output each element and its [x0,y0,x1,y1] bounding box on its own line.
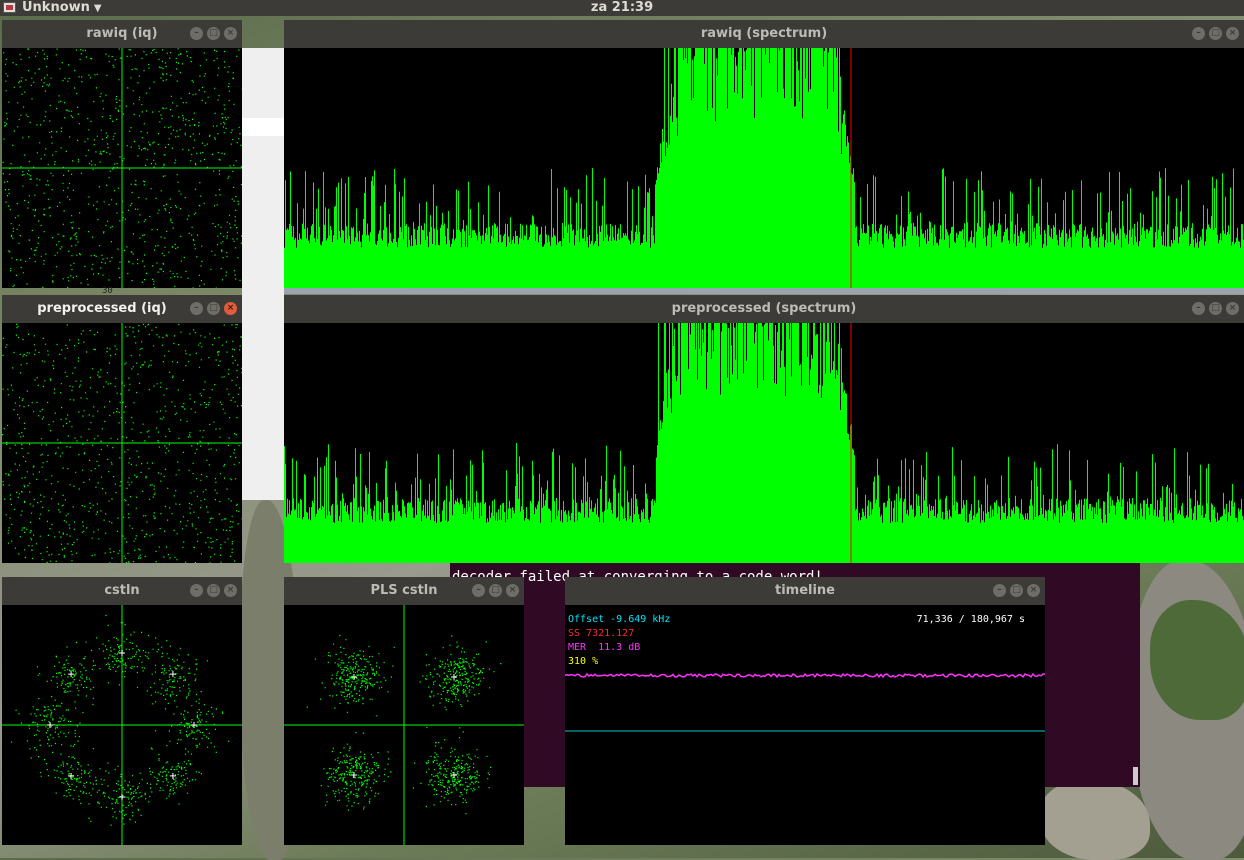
rawiq-spectrum-window[interactable]: rawiq (spectrum) – □ × [284,20,1244,288]
pls-cstln-plot [284,605,524,845]
window-title: preprocessed (iq) [37,301,167,316]
close-icon[interactable]: × [224,584,237,597]
cstln-window[interactable]: cstln – □ × [2,577,242,845]
window-title: timeline [774,583,836,598]
constellation-marker [68,671,75,678]
minimize-icon[interactable]: – [190,302,203,315]
rawiq-iq-window[interactable]: rawiq (iq) – □ × [2,20,242,288]
constellation-marker [451,674,457,680]
window-titlebar[interactable]: PLS cstln – □ × [284,577,524,605]
preprocessed-spectrum-plot [284,323,1244,563]
constellation-marker [119,794,125,800]
desktop-rock [1040,780,1150,860]
preprocessed-spectrum-window[interactable]: preprocessed (spectrum) – □ × [284,295,1244,563]
rawiq-iq-plot [2,48,242,288]
window-titlebar[interactable]: cstln – □ × [2,577,242,605]
constellation-marker [47,722,53,728]
maximize-icon[interactable]: □ [207,302,220,315]
rawiq-spectrum-plot [284,48,1244,288]
spectrum-trace [284,323,1244,563]
window-title: rawiq (spectrum) [700,26,828,41]
close-icon[interactable]: × [224,302,237,315]
maximize-icon[interactable]: □ [1209,302,1222,315]
close-icon[interactable]: × [224,27,237,40]
constellation-marker [169,772,176,779]
close-icon[interactable]: × [1226,302,1239,315]
cstln-plot [2,605,242,845]
mer-readout: MER 11.3 dB [568,642,641,653]
constellation-marker [169,671,176,678]
close-icon[interactable]: × [1226,27,1239,40]
clock[interactable]: za 21:39 [0,0,1244,16]
window-titlebar[interactable]: preprocessed (iq) – □ × [2,295,242,323]
close-icon[interactable]: × [1027,584,1040,597]
window-titlebar[interactable]: rawiq (spectrum) – □ × [284,20,1244,48]
minimize-icon[interactable]: – [1192,27,1205,40]
minimize-icon[interactable]: – [1192,302,1205,315]
top-panel: Unknown ▼ za 21:39 [0,0,1244,16]
minimize-icon[interactable]: – [190,584,203,597]
maximize-icon[interactable]: □ [207,584,220,597]
constellation-marker [191,722,197,728]
time-readout: 71,336 / 180,967 s [916,614,1025,625]
maximize-icon[interactable]: □ [207,27,220,40]
window-title: preprocessed (spectrum) [671,301,857,316]
mer-trace [565,672,1045,679]
window-titlebar[interactable]: preprocessed (spectrum) – □ × [284,295,1244,323]
maximize-icon[interactable]: □ [1209,27,1222,40]
window-title: cstln [104,583,140,598]
maximize-icon[interactable]: □ [1010,584,1023,597]
terminal-scrollbar[interactable] [1133,767,1138,785]
minimize-icon[interactable]: – [993,584,1006,597]
spectrum-trace [284,48,1244,288]
ss-readout: SS 7321.127 [568,628,635,639]
minimize-icon[interactable]: – [472,584,485,597]
offset-readout: Offset -9.649 kHz [568,614,671,625]
close-icon[interactable]: × [506,584,519,597]
constellation-samples [10,614,230,826]
maximize-icon[interactable]: □ [489,584,502,597]
pct-readout: 310 % [568,656,599,667]
preprocessed-iq-window[interactable]: preprocessed (iq) – □ × [2,295,242,563]
desktop-rock [1150,600,1244,720]
window-titlebar[interactable]: timeline – □ × [565,577,1045,605]
timeline-plot: Offset -9.649 kHz SS 7321.127 MER 11.3 d… [565,605,1045,845]
constellation-marker [451,772,457,778]
background-window [242,48,284,500]
window-title: rawiq (iq) [86,26,158,41]
window-title: PLS cstln [370,583,438,598]
background-window-strip [242,118,284,136]
timeline-window[interactable]: timeline – □ × Offset -9.649 kHz SS 7321.1… [565,577,1045,845]
pls-cstln-window[interactable]: PLS cstln – □ × [284,577,524,845]
window-titlebar[interactable]: rawiq (iq) – □ × [2,20,242,48]
minimize-icon[interactable]: – [190,27,203,40]
preprocessed-iq-plot [2,323,242,563]
